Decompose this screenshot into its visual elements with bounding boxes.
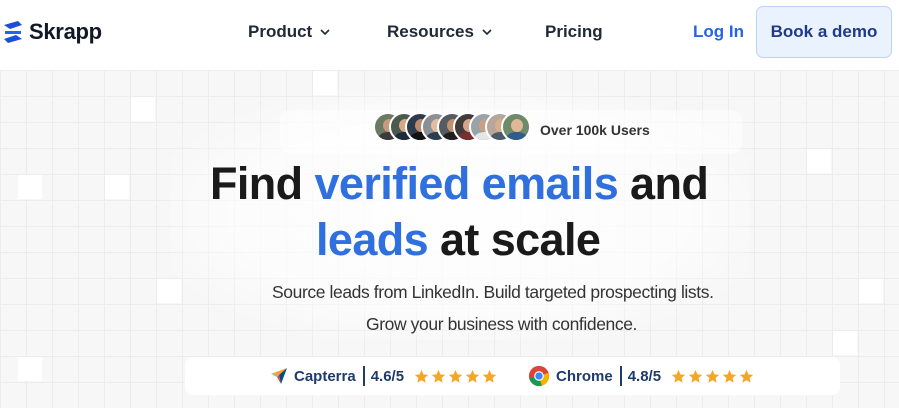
chrome-icon — [528, 365, 550, 387]
star-icon — [671, 369, 686, 383]
hero-headline-line2: leads at scale — [316, 214, 601, 266]
rating-divider — [619, 366, 622, 386]
nav-pricing[interactable]: Pricing — [545, 20, 603, 44]
site-header: Skrapp Product Resources Pricing Log In … — [0, 0, 899, 64]
chevron-down-icon — [320, 28, 330, 35]
headline-accent: leads — [316, 214, 429, 265]
grid-tile — [18, 357, 42, 381]
capterra-icon — [271, 368, 287, 384]
star-icon — [705, 369, 720, 383]
grid-tile — [859, 279, 883, 303]
hero-subtitle-line1: Source leads from LinkedIn. Build target… — [272, 282, 714, 302]
nav-product[interactable]: Product — [248, 20, 330, 44]
star-icon — [722, 369, 737, 383]
headline-text: and — [618, 158, 709, 209]
rating-source-name: Capterra — [294, 367, 356, 385]
nav-resources[interactable]: Resources — [387, 20, 492, 44]
grid-tile — [18, 175, 42, 199]
user-avatars — [373, 112, 533, 142]
star-icon — [688, 369, 703, 383]
ratings-bar: Capterra 4.6/5 Chrome 4.8/5 — [185, 357, 840, 395]
star-icon — [465, 369, 480, 383]
star-rating — [671, 369, 754, 384]
grid-tile — [131, 97, 155, 121]
brand-name: Skrapp — [29, 19, 102, 44]
nav-pricing-label: Pricing — [545, 22, 603, 41]
star-icon — [739, 369, 754, 383]
rating-source-name: Chrome — [556, 367, 613, 385]
users-count-label: Over 100k Users — [540, 122, 650, 138]
star-rating — [414, 369, 497, 384]
headline-text: at scale — [428, 214, 601, 265]
rating-capterra[interactable]: Capterra 4.6/5 — [270, 366, 497, 386]
hero-section: Over 100k Users Find verified emails and… — [0, 70, 899, 408]
star-icon — [414, 369, 429, 383]
nav-resources-label: Resources — [387, 22, 474, 41]
rating-score: 4.6/5 — [370, 367, 405, 385]
rating-chrome[interactable]: Chrome 4.8/5 — [528, 365, 754, 387]
skrapp-logo-icon — [4, 21, 22, 43]
grid-tile — [833, 331, 857, 355]
star-icon — [431, 369, 446, 383]
login-link[interactable]: Log In — [693, 20, 744, 44]
hero-subtitle-line2: Grow your business with confidence. — [366, 314, 637, 334]
rating-divider — [362, 366, 365, 386]
avatar — [501, 112, 531, 142]
book-demo-button[interactable]: Book a demo — [756, 6, 892, 58]
rating-score: 4.8/5 — [627, 367, 662, 385]
star-icon — [448, 369, 463, 383]
skrapp-logo[interactable]: Skrapp — [2, 18, 102, 46]
star-icon — [482, 369, 497, 383]
headline-text: Find — [210, 158, 315, 209]
grid-tile — [105, 175, 129, 199]
headline-accent: verified emails — [314, 158, 619, 209]
grid-tile — [807, 149, 831, 173]
hero-headline-line1: Find verified emails and — [210, 158, 709, 210]
nav-product-label: Product — [248, 22, 313, 41]
chevron-down-icon — [482, 28, 492, 35]
